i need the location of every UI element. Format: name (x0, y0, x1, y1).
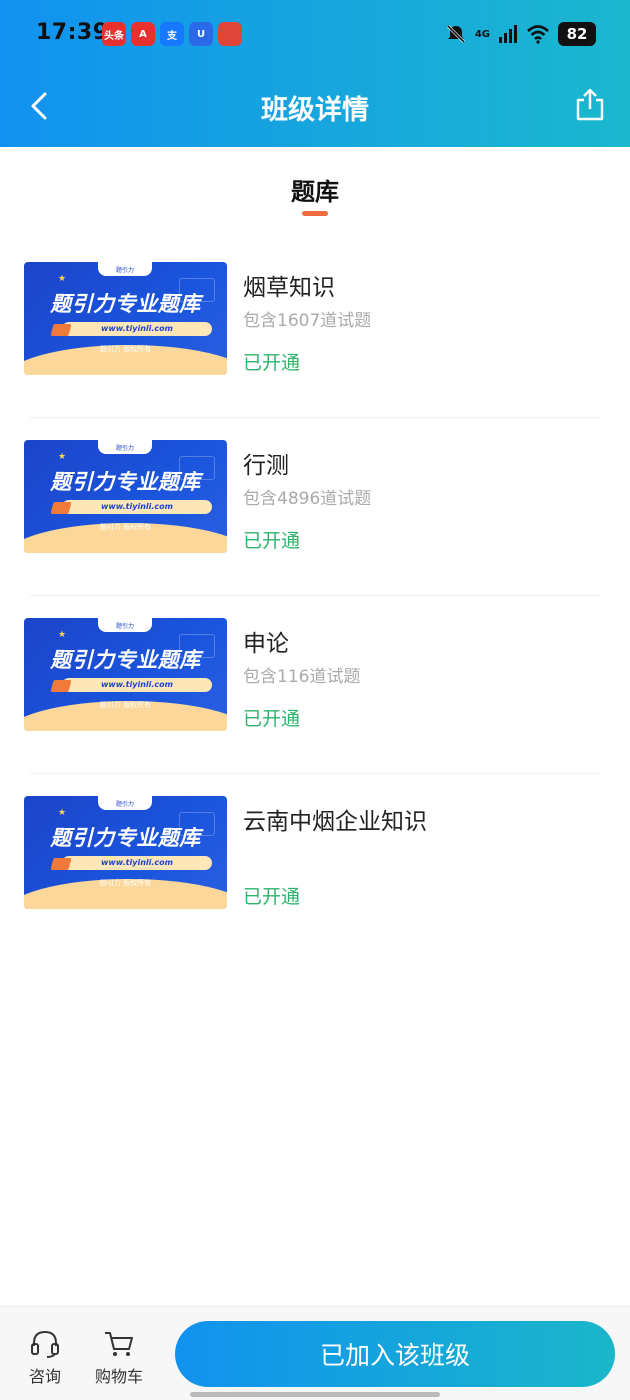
toutiao-icon: 头条 (102, 22, 126, 46)
app-red-icon (218, 22, 242, 46)
thumb-brand: 题引力专业题库 (50, 826, 201, 850)
list-item[interactable]: 题引力 ★ 题引力专业题库 www.tiyinli.com 题引力 版权所有 烟… (0, 240, 630, 418)
top-app-bar: 17:39 头条 A 支 U 4G 82 班级详情 (0, 0, 630, 147)
share-icon[interactable] (574, 86, 606, 122)
list-item[interactable]: 题引力 ★ 题引力专业题库 www.tiyinli.com 题引力 版权所有 行… (0, 418, 630, 596)
tab-active-indicator (302, 211, 328, 216)
app-u-icon: U (189, 22, 213, 46)
home-indicator (190, 1392, 440, 1397)
star-icon: ★ (58, 630, 67, 640)
question-bank-thumbnail: 题引力 ★ 题引力专业题库 www.tiyinli.com 题引力 版权所有 (24, 796, 227, 909)
item-status: 已开通 (243, 708, 301, 730)
item-status: 已开通 (243, 530, 301, 552)
thumb-url: www.tiyinli.com (62, 500, 212, 514)
item-question-count: 包含1607道试题 (243, 311, 372, 331)
signal-icon (499, 25, 517, 43)
wifi-icon (527, 25, 549, 44)
thumb-tab: 题引力 (98, 618, 152, 632)
bottom-action-bar: 咨询 购物车 已加入该班级 (0, 1306, 630, 1400)
book-icon (50, 502, 72, 514)
book-icon (50, 858, 72, 870)
star-icon: ★ (58, 274, 67, 284)
app-a-icon: A (131, 22, 155, 46)
headset-icon (31, 1330, 59, 1358)
item-title: 烟草知识 (243, 275, 335, 301)
thumb-tab: 题引力 (98, 262, 152, 276)
status-right: 4G 82 (445, 22, 596, 46)
status-bar: 17:39 头条 A 支 U 4G 82 (0, 0, 630, 70)
item-title: 申论 (243, 631, 289, 657)
joined-class-button[interactable]: 已加入该班级 (175, 1321, 615, 1387)
star-icon: ★ (58, 808, 67, 818)
thumb-url: www.tiyinli.com (62, 856, 212, 870)
notification-icons: 头条 A 支 U (102, 22, 242, 46)
item-status: 已开通 (243, 886, 301, 908)
thumb-copyright: 题引力 版权所有 (99, 701, 152, 709)
thumb-copyright: 题引力 版权所有 (99, 345, 152, 353)
thumb-url: www.tiyinli.com (62, 322, 212, 336)
battery-indicator: 82 (558, 22, 596, 46)
alipay-icon: 支 (160, 22, 184, 46)
bell-muted-icon (446, 24, 465, 44)
consult-button[interactable]: 咨询 (15, 1329, 75, 1387)
book-icon (50, 680, 72, 692)
cart-icon (105, 1332, 133, 1356)
thumb-brand: 题引力专业题库 (50, 470, 201, 494)
tab-question-bank[interactable]: 题库 (0, 172, 630, 207)
thumb-copyright: 题引力 版权所有 (99, 879, 152, 887)
question-bank-thumbnail: 题引力 ★ 题引力专业题库 www.tiyinli.com 题引力 版权所有 (24, 440, 227, 553)
item-question-count: 包含4896道试题 (243, 489, 372, 509)
cart-label: 购物车 (94, 1367, 143, 1386)
item-title: 行测 (243, 453, 289, 479)
item-title: 云南中烟企业知识 (243, 809, 427, 835)
book-icon (50, 324, 72, 336)
network-type: 4G (474, 28, 490, 40)
star-icon: ★ (58, 452, 67, 462)
status-time: 17:39 (36, 20, 109, 45)
thumb-url: www.tiyinli.com (62, 678, 212, 692)
thumb-brand: 题引力专业题库 (50, 648, 201, 672)
thumb-copyright: 题引力 版权所有 (99, 523, 152, 531)
list-item[interactable]: 题引力 ★ 题引力专业题库 www.tiyinli.com 题引力 版权所有 云… (0, 774, 630, 952)
question-bank-thumbnail: 题引力 ★ 题引力专业题库 www.tiyinli.com 题引力 版权所有 (24, 618, 227, 731)
consult-label: 咨询 (28, 1367, 61, 1386)
page-title: 班级详情 (261, 95, 369, 126)
thumb-tab: 题引力 (98, 440, 152, 454)
cart-button[interactable]: 购物车 (89, 1329, 149, 1387)
item-status: 已开通 (243, 352, 301, 374)
thumb-brand: 题引力专业题库 (50, 292, 201, 316)
question-bank-thumbnail: 题引力 ★ 题引力专业题库 www.tiyinli.com 题引力 版权所有 (24, 262, 227, 375)
list-item[interactable]: 题引力 ★ 题引力专业题库 www.tiyinli.com 题引力 版权所有 申… (0, 596, 630, 774)
thumb-tab: 题引力 (98, 796, 152, 810)
item-question-count: 包含116道试题 (243, 667, 361, 687)
